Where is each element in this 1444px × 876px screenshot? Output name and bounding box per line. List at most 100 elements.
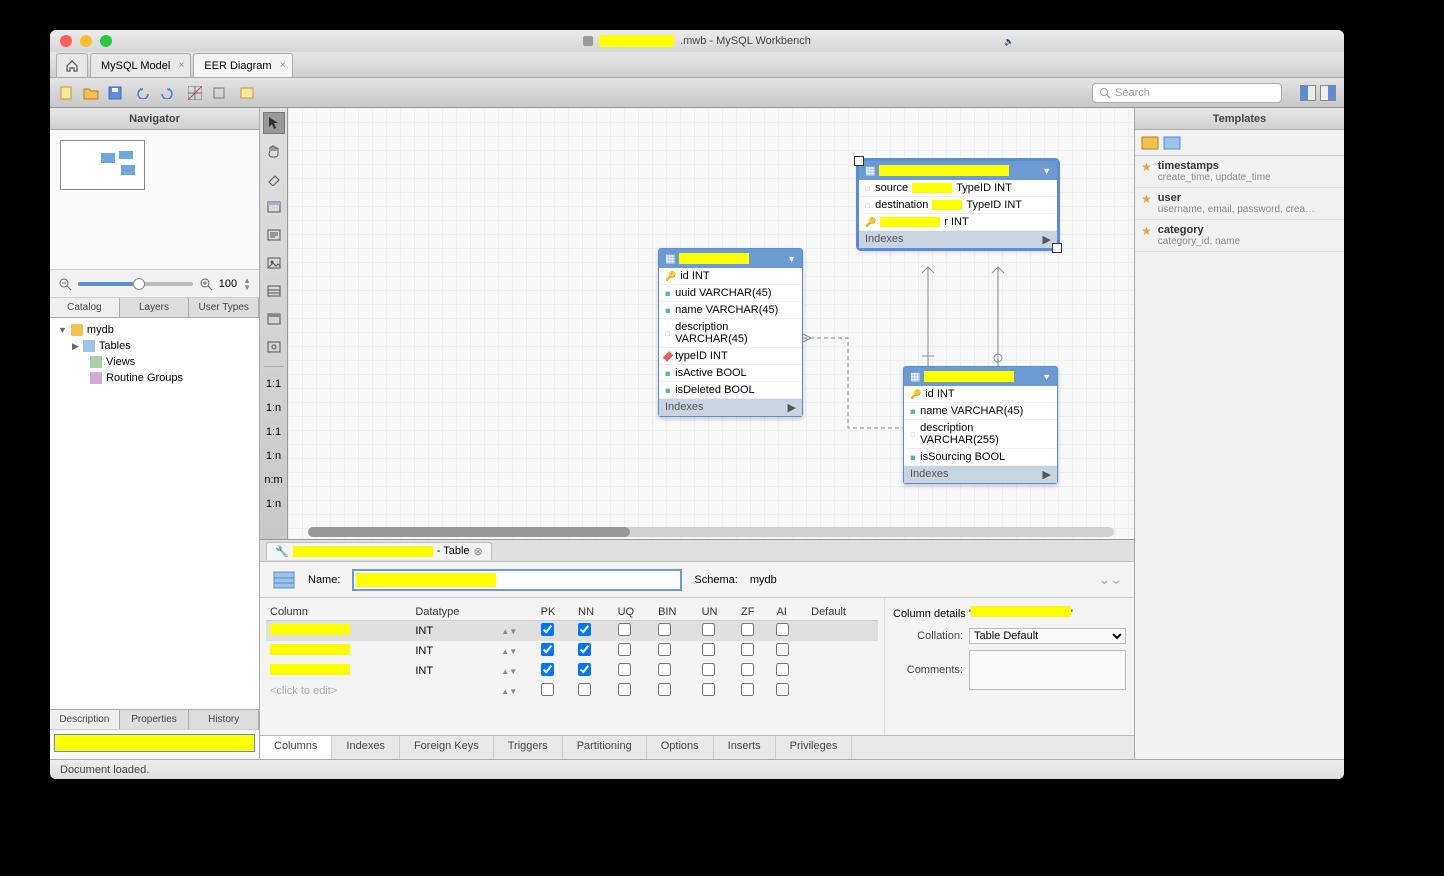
star-icon: ★ bbox=[1141, 224, 1152, 247]
rel-1-n-existing[interactable]: 1:n bbox=[263, 495, 285, 513]
zoom-slider[interactable] bbox=[78, 282, 193, 286]
er-table-3[interactable]: ▦▼ 🔑id INT ◆name VARCHAR(45) ◇descriptio… bbox=[903, 366, 1058, 484]
er-table-1[interactable]: ▦▼ 🔑id INT ◆uuid VARCHAR(45) ◆name VARCH… bbox=[658, 248, 803, 417]
diagram-minimap[interactable] bbox=[50, 130, 259, 270]
view-tool[interactable] bbox=[263, 308, 285, 330]
audio-indicator: 🔈 bbox=[1004, 37, 1014, 46]
layer-tool[interactable] bbox=[263, 196, 285, 218]
schema-value: mydb bbox=[750, 574, 777, 586]
close-icon[interactable]: × bbox=[280, 60, 286, 71]
zoom-out-icon[interactable] bbox=[58, 277, 72, 291]
tool-palette: 1:1 1:n 1:1 1:n n:m 1:n bbox=[260, 108, 288, 539]
home-tab[interactable] bbox=[56, 53, 88, 77]
zoom-stepper[interactable]: ▲▼ bbox=[243, 277, 251, 291]
tab-eer-diagram[interactable]: EER Diagram× bbox=[193, 53, 292, 77]
toggle-left-panel[interactable] bbox=[1300, 85, 1316, 101]
nn-checkbox[interactable] bbox=[578, 623, 591, 636]
column-row[interactable]: INT▲▼ bbox=[266, 621, 878, 642]
template-table-icon[interactable] bbox=[1141, 135, 1159, 151]
snap-icon[interactable] bbox=[210, 84, 228, 102]
redo-icon[interactable] bbox=[158, 84, 176, 102]
search-icon bbox=[1099, 87, 1111, 99]
editor-tabs: Columns Indexes Foreign Keys Triggers Pa… bbox=[260, 735, 1134, 759]
save-icon[interactable] bbox=[106, 84, 124, 102]
pointer-tool[interactable] bbox=[263, 112, 285, 134]
er-table-2[interactable]: ▦▼ ◇sourceTypeID INT ◇destinationTypeID … bbox=[858, 160, 1058, 249]
tab-partitioning[interactable]: Partitioning bbox=[563, 736, 647, 759]
tab-options[interactable]: Options bbox=[647, 736, 714, 759]
editor-tab[interactable]: 🔧 - Table ⊗ bbox=[266, 542, 492, 560]
rel-1-n-id[interactable]: 1:n bbox=[263, 447, 285, 465]
routines-icon bbox=[90, 372, 102, 384]
close-icon[interactable]: ⊗ bbox=[474, 545, 483, 558]
subtab-layers[interactable]: Layers bbox=[120, 298, 190, 317]
script-icon[interactable] bbox=[238, 84, 256, 102]
name-label: Name: bbox=[308, 574, 340, 586]
views-icon bbox=[90, 356, 102, 368]
diagram-canvas[interactable]: ▦▼ 🔑id INT ◆uuid VARCHAR(45) ◆name VARCH… bbox=[288, 108, 1134, 539]
rel-n-m[interactable]: n:m bbox=[263, 471, 285, 489]
rel-1-n-nonid[interactable]: 1:n bbox=[263, 399, 285, 417]
rel-1-1-nonid[interactable]: 1:1 bbox=[263, 375, 285, 393]
search-input[interactable]: Search bbox=[1092, 83, 1282, 103]
note-tool[interactable] bbox=[263, 224, 285, 246]
tab-foreign-keys[interactable]: Foreign Keys bbox=[400, 736, 494, 759]
zoom-window[interactable] bbox=[100, 35, 112, 47]
navigator-header: Navigator bbox=[50, 108, 259, 130]
tab-privileges[interactable]: Privileges bbox=[776, 736, 853, 759]
pk-checkbox[interactable] bbox=[541, 623, 554, 636]
catalog-tree[interactable]: ▼mydb ▶Tables Views Routine Groups bbox=[50, 318, 259, 709]
column-row[interactable]: INT▲▼ bbox=[266, 641, 878, 661]
close-window[interactable] bbox=[60, 35, 72, 47]
tab-properties[interactable]: Properties bbox=[120, 710, 190, 729]
template-timestamps[interactable]: ★ timestampscreate_time, update_time bbox=[1135, 156, 1344, 188]
tab-description[interactable]: Description bbox=[50, 710, 120, 729]
tab-inserts[interactable]: Inserts bbox=[714, 736, 776, 759]
minimize-window[interactable] bbox=[80, 35, 92, 47]
columns-grid[interactable]: ColumnDatatype PKNNUQBINUNZFAIDefault IN… bbox=[266, 604, 878, 701]
comments-textarea[interactable] bbox=[969, 650, 1126, 690]
table-tool[interactable] bbox=[263, 280, 285, 302]
tab-columns[interactable]: Columns bbox=[260, 736, 332, 759]
window-title: .mwb - MySQL Workbench bbox=[583, 35, 811, 47]
status-bar: Document loaded. bbox=[50, 759, 1344, 779]
column-details: Column details '' Collation:Table Defaul… bbox=[884, 598, 1134, 735]
template-list-icon[interactable] bbox=[1163, 135, 1181, 151]
routine-tool[interactable] bbox=[263, 336, 285, 358]
zoom-in-icon[interactable] bbox=[199, 277, 213, 291]
tab-triggers[interactable]: Triggers bbox=[494, 736, 563, 759]
schema-label: Schema: bbox=[694, 574, 737, 586]
grid-icon[interactable] bbox=[186, 84, 204, 102]
left-sidebar: Navigator 100 ▲▼ Catalog Layers User Typ… bbox=[50, 108, 260, 759]
tab-indexes[interactable]: Indexes bbox=[332, 736, 400, 759]
open-file-icon[interactable] bbox=[82, 84, 100, 102]
template-user[interactable]: ★ userusername, email, password, crea… bbox=[1135, 188, 1344, 220]
image-tool[interactable] bbox=[263, 252, 285, 274]
star-icon: ★ bbox=[1141, 192, 1152, 215]
column-row[interactable]: INT▲▼ bbox=[266, 661, 878, 681]
close-icon[interactable]: × bbox=[178, 60, 184, 71]
undo-icon[interactable] bbox=[134, 84, 152, 102]
table-icon: ▦ bbox=[910, 370, 920, 383]
tab-mysql-model[interactable]: MySQL Model× bbox=[90, 53, 191, 77]
collapse-icon[interactable]: ⌄⌄ bbox=[1099, 571, 1122, 588]
rel-1-1-id[interactable]: 1:1 bbox=[263, 423, 285, 441]
description-select[interactable] bbox=[54, 734, 255, 752]
new-file-icon[interactable] bbox=[58, 84, 76, 102]
tab-history[interactable]: History bbox=[189, 710, 259, 729]
toggle-right-panel[interactable] bbox=[1320, 85, 1336, 101]
template-category[interactable]: ★ categorycategory_id, name bbox=[1135, 220, 1344, 252]
column-row-new[interactable]: <click to edit>▲▼ bbox=[266, 681, 878, 701]
table-icon: ▦ bbox=[865, 164, 875, 177]
zoom-value[interactable]: 100 bbox=[219, 278, 237, 290]
collation-select[interactable]: Table Default bbox=[969, 628, 1126, 644]
document-tabs: MySQL Model× EER Diagram× bbox=[50, 52, 1344, 78]
titlebar: .mwb - MySQL Workbench 🔈 bbox=[50, 30, 1344, 52]
subtab-usertypes[interactable]: User Types bbox=[189, 298, 259, 317]
horizontal-scrollbar[interactable] bbox=[308, 527, 1114, 537]
table-name-input[interactable] bbox=[352, 569, 682, 591]
table-editor: 🔧 - Table ⊗ Name: Schema: mydb ⌄⌄ bbox=[260, 539, 1134, 759]
eraser-tool[interactable] bbox=[263, 168, 285, 190]
hand-tool[interactable] bbox=[263, 140, 285, 162]
subtab-catalog[interactable]: Catalog bbox=[50, 298, 120, 317]
